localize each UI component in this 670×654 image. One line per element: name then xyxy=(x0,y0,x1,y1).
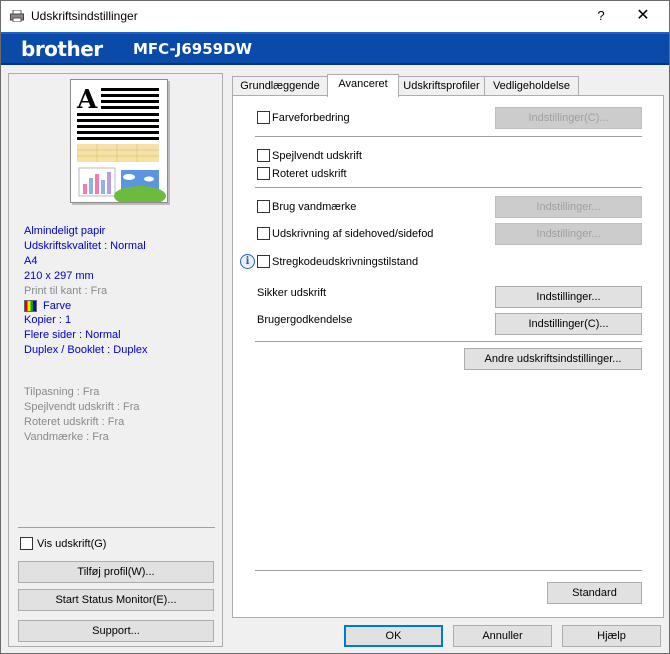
brand-banner: brother MFC-J6959DW xyxy=(1,32,669,65)
summary-size: 210 x 297 mm xyxy=(24,269,94,282)
rotate-print-option[interactable]: Roteret udskrift xyxy=(257,167,347,180)
summary-color-row: Farve xyxy=(24,299,214,314)
brother-logo: brother xyxy=(21,37,103,61)
summary-duplex: Duplex / Booklet : Duplex xyxy=(24,344,148,357)
separator-4 xyxy=(255,570,642,571)
settings-summary-secondary: Tilpasning : Fra Spejlvendt udskrift : F… xyxy=(24,385,214,445)
tab-maintenance[interactable]: Vedligeholdelse xyxy=(484,76,579,96)
summary-rotate: Roteret udskrift : Fra xyxy=(24,416,125,428)
separator-1 xyxy=(255,136,642,137)
tab-advanced[interactable]: Avanceret xyxy=(327,74,399,97)
summary-fit: Tilpasning : Fra xyxy=(24,386,100,398)
summary-borderless: Print til kant : Fra xyxy=(24,284,108,297)
info-icon: i xyxy=(240,254,255,269)
watermark-label: Brug vandmærke xyxy=(272,200,357,213)
summary-watermark: Vandmærke : Fra xyxy=(24,431,109,443)
barcode-option[interactable]: i Stregkodeudskrivningstilstand xyxy=(240,254,418,269)
page-preview-illustration: A xyxy=(76,85,166,202)
close-button[interactable]: ✕ xyxy=(623,5,663,27)
watermark-checkbox[interactable] xyxy=(257,200,270,213)
page-preview: A xyxy=(70,79,168,203)
user-auth-settings-button[interactable]: Indstillinger(C)... xyxy=(495,313,642,335)
header-footer-option[interactable]: Udskrivning af sidehoved/sidefod xyxy=(257,227,433,240)
color-enhance-option[interactable]: Farveforbedring xyxy=(257,111,350,124)
summary-quality: Udskriftskvalitet : Normal xyxy=(24,239,146,252)
watermark-option[interactable]: Brug vandmærke xyxy=(257,200,356,213)
default-button[interactable]: Standard xyxy=(547,582,642,604)
support-button[interactable]: Support... xyxy=(18,620,214,642)
ok-button[interactable]: OK xyxy=(344,625,443,647)
watermark-settings-button[interactable]: Indstillinger... xyxy=(495,196,642,218)
other-print-settings-button[interactable]: Andre udskriftsindstillinger... xyxy=(464,348,642,370)
print-settings-dialog: Udskriftsindstillinger ? ✕ brother MFC-J… xyxy=(0,0,670,654)
mirror-print-checkbox[interactable] xyxy=(257,149,270,162)
rotate-print-checkbox[interactable] xyxy=(257,167,270,180)
color-bars-icon xyxy=(24,299,37,312)
cancel-button[interactable]: Annuller xyxy=(453,625,552,647)
tab-print-profiles[interactable]: Udskriftsprofiler xyxy=(398,76,485,96)
separator-2 xyxy=(255,187,642,188)
summary-multipage: Flere sider : Normal xyxy=(24,329,121,342)
window-title: Udskriftsindstillinger xyxy=(31,9,138,23)
help-button[interactable]: Hjælp xyxy=(562,625,661,647)
color-enhance-settings-button[interactable]: Indstillinger(C)... xyxy=(495,107,642,129)
printer-icon xyxy=(10,10,24,22)
secure-print-settings-button[interactable]: Indstillinger... xyxy=(495,286,642,308)
advanced-tab-panel: Farveforbedring Indstillinger(C)... Spej… xyxy=(232,95,664,618)
show-print-box[interactable] xyxy=(20,537,33,550)
add-profile-button[interactable]: Tilføj profil(W)... xyxy=(18,561,214,583)
color-enhance-checkbox[interactable] xyxy=(257,111,270,124)
secure-print-label: Sikker udskrift xyxy=(257,287,327,299)
tab-basic[interactable]: Grundlæggende xyxy=(232,76,328,96)
barcode-checkbox[interactable] xyxy=(257,255,270,268)
user-auth-label: Brugergodkendelse xyxy=(257,314,353,326)
show-print-label: Vis udskrift(G) xyxy=(37,537,107,550)
help-question-button[interactable]: ? xyxy=(581,5,621,27)
header-footer-label: Udskrivning af sidehoved/sidefod xyxy=(272,227,434,240)
left-separator xyxy=(18,527,215,528)
rotate-print-label: Roteret udskrift xyxy=(272,167,347,180)
svg-text:A: A xyxy=(76,85,98,115)
start-status-monitor-button[interactable]: Start Status Monitor(E)... xyxy=(18,589,214,611)
mirror-print-option[interactable]: Spejlvendt udskrift xyxy=(257,149,362,162)
summary-color: Farve xyxy=(43,299,72,312)
separator-3 xyxy=(255,341,642,342)
summary-copies: Kopier : 1 xyxy=(24,314,72,327)
barcode-label: Stregkodeudskrivningstilstand xyxy=(272,255,419,268)
title-bar: Udskriftsindstillinger ? ✕ xyxy=(1,1,669,32)
header-footer-settings-button[interactable]: Indstillinger... xyxy=(495,223,642,245)
left-panel: A Almindeligt papir Udskriftskvalitet: … xyxy=(8,73,223,647)
mirror-print-label: Spejlvendt udskrift xyxy=(272,149,362,162)
summary-paper: A4 xyxy=(24,254,38,267)
settings-summary: Almindeligt papir Udskriftskvalitet : No… xyxy=(24,224,214,358)
printer-model: MFC-J6959DW xyxy=(133,40,253,58)
color-enhance-label: Farveforbedring xyxy=(272,111,350,124)
header-footer-checkbox[interactable] xyxy=(257,227,270,240)
summary-mirror: Spejlvendt udskrift : Fra xyxy=(24,401,140,413)
summary-media: Almindeligt papir xyxy=(24,225,106,237)
show-print-checkbox[interactable]: Vis udskrift(G) xyxy=(20,537,106,550)
